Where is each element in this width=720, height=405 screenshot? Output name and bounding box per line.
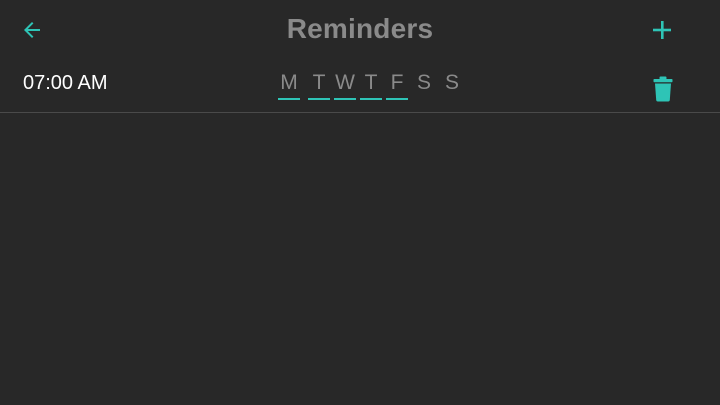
top-app-bar: Reminders (0, 0, 720, 60)
day-label: S (444, 71, 459, 94)
day-selected-indicator (278, 98, 300, 100)
day-selected-indicator (308, 98, 330, 100)
day-toggle-sunday[interactable]: S (443, 70, 461, 100)
reminder-time[interactable]: 07:00 AM (23, 72, 108, 95)
day-label: S (416, 71, 431, 94)
day-label: W (335, 71, 355, 94)
trash-icon (653, 76, 673, 102)
day-selected-indicator (386, 98, 408, 100)
day-label: T (312, 71, 326, 94)
day-selected-indicator (334, 98, 356, 100)
plus-icon (653, 21, 671, 39)
day-toggle-thursday[interactable]: T (360, 70, 382, 100)
add-reminder-button[interactable] (644, 12, 680, 48)
day-toggle-saturday[interactable]: S (415, 70, 433, 100)
reminders-screen: Reminders 07:00 AM M T W T F S S (0, 0, 720, 405)
day-toggle-monday[interactable]: M (278, 70, 300, 100)
day-toggle-friday[interactable]: F (386, 70, 408, 100)
day-selected-indicator (360, 98, 382, 100)
day-toggle-tuesday[interactable]: T (308, 70, 330, 100)
page-title: Reminders (286, 13, 434, 44)
day-label: F (390, 71, 404, 94)
day-toggle-wednesday[interactable]: W (334, 70, 356, 100)
day-label: M (280, 71, 298, 94)
delete-reminder-button[interactable] (648, 74, 678, 104)
day-label: T (364, 71, 378, 94)
reminder-row: 07:00 AM M T W T F S S (0, 60, 720, 113)
